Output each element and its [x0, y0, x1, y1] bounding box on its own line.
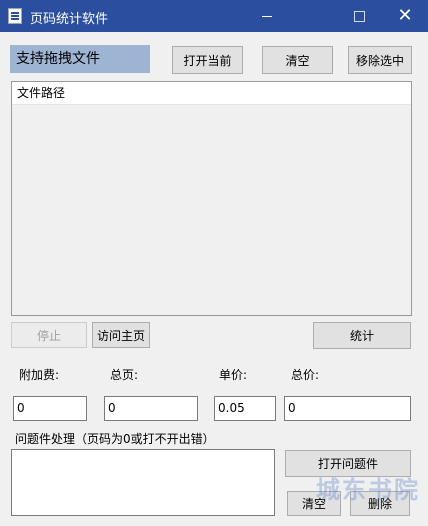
problem-files-label: 问题件处理（页码为0或打不开出错）	[15, 432, 215, 446]
surcharge-label: 附加费:	[19, 368, 60, 382]
remove-selected-button[interactable]: 移除选中	[348, 46, 412, 74]
visit-homepage-button[interactable]: 访问主页	[92, 322, 150, 348]
watermark-logo: 城东书院	[316, 476, 420, 504]
surcharge-input[interactable]: 0	[13, 396, 87, 421]
count-button[interactable]: 统计	[313, 322, 411, 349]
unit-price-input[interactable]: 0.05	[214, 396, 276, 421]
file-list[interactable]: 文件路径	[11, 81, 412, 316]
total-pages-input[interactable]: 0	[104, 396, 198, 421]
maximize-button[interactable]	[336, 0, 382, 32]
problem-files-textarea[interactable]	[11, 449, 275, 516]
drop-area-label[interactable]: 支持拖拽文件	[10, 45, 150, 73]
title-bar: 页码统计软件 ✕	[0, 0, 428, 32]
total-price-input[interactable]: 0	[284, 396, 411, 421]
total-pages-label: 总页:	[110, 368, 139, 382]
app-document-icon	[8, 8, 22, 24]
total-price-label: 总价:	[291, 368, 320, 382]
minimize-button[interactable]	[244, 0, 290, 32]
file-path-column-header[interactable]: 文件路径	[12, 82, 411, 105]
clear-list-button[interactable]: 清空	[262, 46, 333, 74]
window-title: 页码统计软件	[30, 12, 109, 27]
stop-button[interactable]: 停止	[11, 322, 87, 348]
unit-price-label: 单价:	[219, 368, 248, 382]
open-current-button[interactable]: 打开当前	[172, 46, 243, 74]
close-button[interactable]: ✕	[382, 0, 428, 32]
